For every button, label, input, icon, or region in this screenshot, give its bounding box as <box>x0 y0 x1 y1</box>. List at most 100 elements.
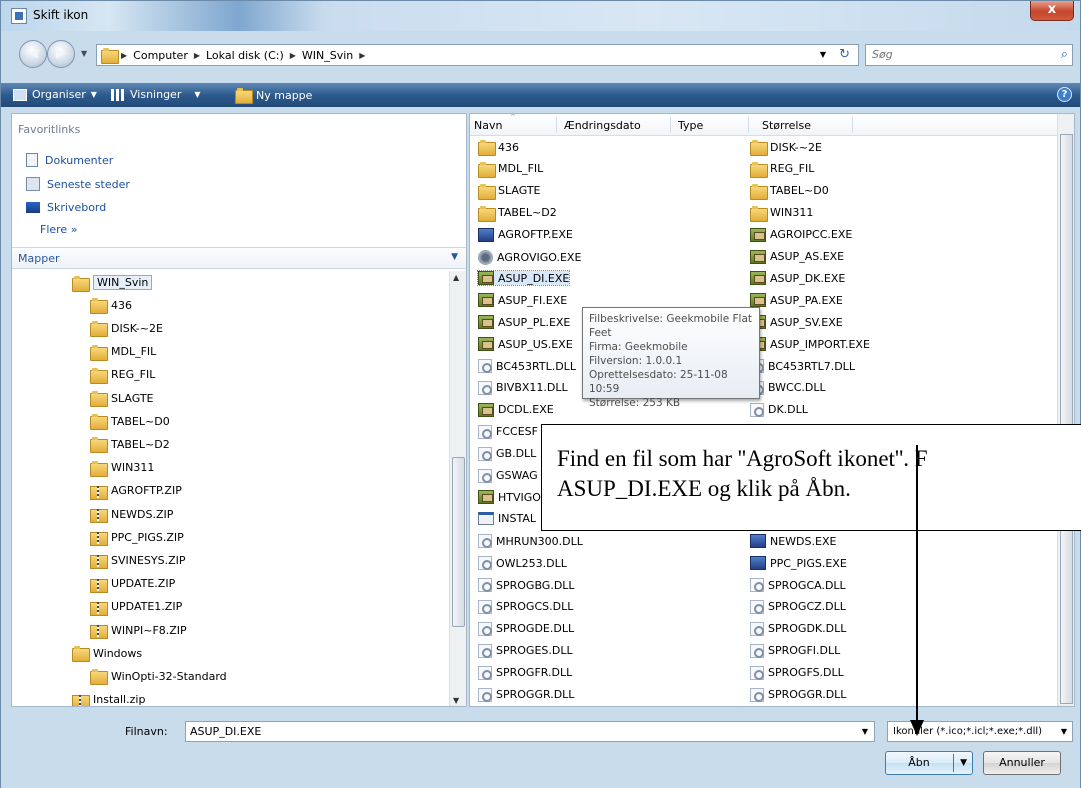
organize-button[interactable]: Organiser ▼ <box>13 88 97 101</box>
file-item[interactable]: AGROFTP.EXE <box>478 227 573 242</box>
favorite-recent[interactable]: Seneste steder <box>26 177 130 191</box>
file-item[interactable]: PPC_PIGS.EXE <box>750 556 847 571</box>
scrollbar-thumb[interactable] <box>452 457 465 627</box>
file-item[interactable]: ASUP_DI.EXE <box>476 270 571 287</box>
file-item[interactable]: GSWAG <box>478 468 538 483</box>
file-item[interactable]: REG_FIL <box>750 161 814 178</box>
file-item[interactable]: ASUP_PL.EXE <box>478 315 570 330</box>
folder-tree-item[interactable]: TABEL~D2 <box>90 437 170 454</box>
file-item[interactable]: ASUP_SV.EXE <box>750 315 843 330</box>
folder-tree-item[interactable]: TABEL~D0 <box>90 414 170 431</box>
search-box[interactable]: ⌕ <box>865 44 1073 66</box>
favorite-documents[interactable]: Dokumenter <box>26 153 113 167</box>
folder-tree-item[interactable]: Install.zip <box>72 693 145 706</box>
breadcrumb-item[interactable]: Lokal disk (C:) <box>206 49 284 62</box>
file-item[interactable]: SPROGFI.DLL <box>750 643 840 658</box>
chevron-down-icon[interactable]: ▼ <box>451 252 458 262</box>
history-dropdown-icon[interactable]: ▼ <box>81 49 87 58</box>
file-item[interactable]: ASUP_AS.EXE <box>750 249 844 264</box>
folder-tree-item[interactable]: WIN_Svin <box>72 275 153 292</box>
file-item[interactable]: BIVBX11.DLL <box>478 380 568 395</box>
chevron-right-icon[interactable]: ▶ <box>194 49 200 62</box>
views-button[interactable]: Visninger ▼ <box>111 88 201 101</box>
folder-tree-item[interactable]: 436 <box>90 298 132 315</box>
file-item[interactable]: SPROGCA.DLL <box>750 578 846 592</box>
folder-tree-item[interactable]: AGROFTP.ZIP <box>90 484 182 500</box>
folder-tree-item[interactable]: MDL_FIL <box>90 344 156 361</box>
chevron-down-icon[interactable]: ▼ <box>862 727 868 736</box>
chevron-down-icon[interactable]: ▼ <box>1061 727 1067 736</box>
folder-tree-item[interactable]: PPC_PIGS.ZIP <box>90 530 184 547</box>
back-button[interactable]: ◀ <box>19 40 47 68</box>
file-item[interactable]: SPROGGR.DLL <box>750 687 846 702</box>
column-divider[interactable] <box>670 117 671 133</box>
file-item[interactable]: ASUP_PA.EXE <box>750 293 843 308</box>
open-button[interactable]: Åbn ▼ <box>885 751 973 775</box>
chevron-down-icon[interactable]: ▼ <box>960 752 967 774</box>
file-list-scrollbar[interactable] <box>1057 114 1074 706</box>
search-icon[interactable]: ⌕ <box>1061 47 1068 62</box>
file-item[interactable]: ASUP_US.EXE <box>478 337 573 352</box>
file-item[interactable]: BC453RTL.DLL <box>478 359 576 373</box>
help-icon[interactable]: ? <box>1057 87 1072 102</box>
file-item[interactable]: MDL_FIL <box>478 161 543 178</box>
file-item[interactable]: NEWDS.EXE <box>750 534 836 549</box>
folder-tree-item[interactable]: Windows <box>72 646 142 663</box>
file-item[interactable]: SPROGFS.DLL <box>750 665 844 680</box>
folders-header[interactable]: Mapper ▼ <box>12 247 466 269</box>
column-type[interactable]: Type <box>678 119 703 132</box>
file-item[interactable]: BC453RTL7.DLL <box>750 359 855 373</box>
chevron-right-icon[interactable]: ▶ <box>121 49 127 62</box>
folder-tree-item[interactable]: SVINESYS.ZIP <box>90 553 186 570</box>
file-item[interactable]: GB.DLL <box>478 446 536 461</box>
folder-tree-item[interactable]: SLAGTE <box>90 391 154 407</box>
folder-tree-item[interactable]: UPDATE1.ZIP <box>90 600 182 616</box>
title-bar[interactable]: Skift ikon x <box>1 1 1080 31</box>
scroll-down-icon[interactable]: ▼ <box>453 696 459 705</box>
column-divider[interactable] <box>556 117 557 133</box>
address-dropdown-icon[interactable]: ▼ <box>820 50 826 59</box>
folder-tree-scrollbar[interactable]: ▲ ▼ <box>449 271 466 706</box>
file-item[interactable]: SPROGES.DLL <box>478 643 573 658</box>
folder-tree-item[interactable]: DISK-~2E <box>90 321 163 338</box>
folder-tree-item[interactable]: WIN311 <box>90 460 154 477</box>
file-item[interactable]: SPROGDE.DLL <box>478 621 574 636</box>
scroll-up-icon[interactable]: ▲ <box>453 273 459 282</box>
file-item[interactable]: ASUP_IMPORT.EXE <box>750 337 870 352</box>
file-item[interactable]: SPROGBG.DLL <box>478 578 575 592</box>
folder-tree-item[interactable]: UPDATE.ZIP <box>90 577 175 593</box>
file-item[interactable]: HTVIGO <box>478 490 541 505</box>
more-favorites-link[interactable]: Flere » <box>40 223 77 236</box>
filename-field[interactable]: ▼ <box>185 721 875 742</box>
forward-button[interactable]: ▶ <box>47 40 75 68</box>
scrollbar-thumb[interactable] <box>1060 134 1073 704</box>
file-item[interactable]: OWL253.DLL <box>478 556 567 571</box>
column-divider[interactable] <box>748 117 749 133</box>
column-divider[interactable] <box>852 117 853 133</box>
cancel-button[interactable]: Annuller <box>983 751 1061 775</box>
file-item[interactable]: TABEL~D0 <box>750 183 829 200</box>
file-item[interactable]: DK.DLL <box>750 402 808 417</box>
file-item[interactable]: AGROIPCC.EXE <box>750 227 852 242</box>
column-size[interactable]: Størrelse <box>762 119 811 132</box>
file-item[interactable]: SPROGCS.DLL <box>478 599 573 614</box>
file-item[interactable]: ASUP_DK.EXE <box>750 271 845 286</box>
folder-tree-item[interactable]: WinOpti-32-Standard <box>90 669 227 686</box>
chevron-right-icon[interactable]: ▶ <box>290 49 296 62</box>
file-item[interactable]: SPROGFR.DLL <box>478 665 572 680</box>
file-item[interactable]: SPROGGR.DLL <box>478 687 574 702</box>
new-folder-button[interactable]: Ny mappe <box>235 88 312 104</box>
file-item[interactable]: WIN311 <box>750 205 813 222</box>
file-item[interactable]: AGROVIGO.EXE <box>478 249 581 265</box>
file-item[interactable]: FCCESF <box>478 424 538 439</box>
favorite-desktop[interactable]: Skrivebord <box>26 201 106 214</box>
file-item[interactable]: INSTAL <box>478 512 536 526</box>
file-item[interactable]: SLAGTE <box>478 183 541 200</box>
column-name[interactable]: Navn <box>474 119 502 132</box>
file-item[interactable]: BWCC.DLL <box>750 380 826 395</box>
address-bar[interactable]: ▶ Computer ▶ Lokal disk (C:) ▶ WIN_Svin … <box>96 44 859 66</box>
file-item[interactable]: ASUP_FI.EXE <box>478 293 567 308</box>
file-item[interactable]: MHRUN300.DLL <box>478 534 583 549</box>
folder-tree-item[interactable]: WINPI~F8.ZIP <box>90 623 187 639</box>
column-date[interactable]: Ændringsdato <box>564 119 641 132</box>
